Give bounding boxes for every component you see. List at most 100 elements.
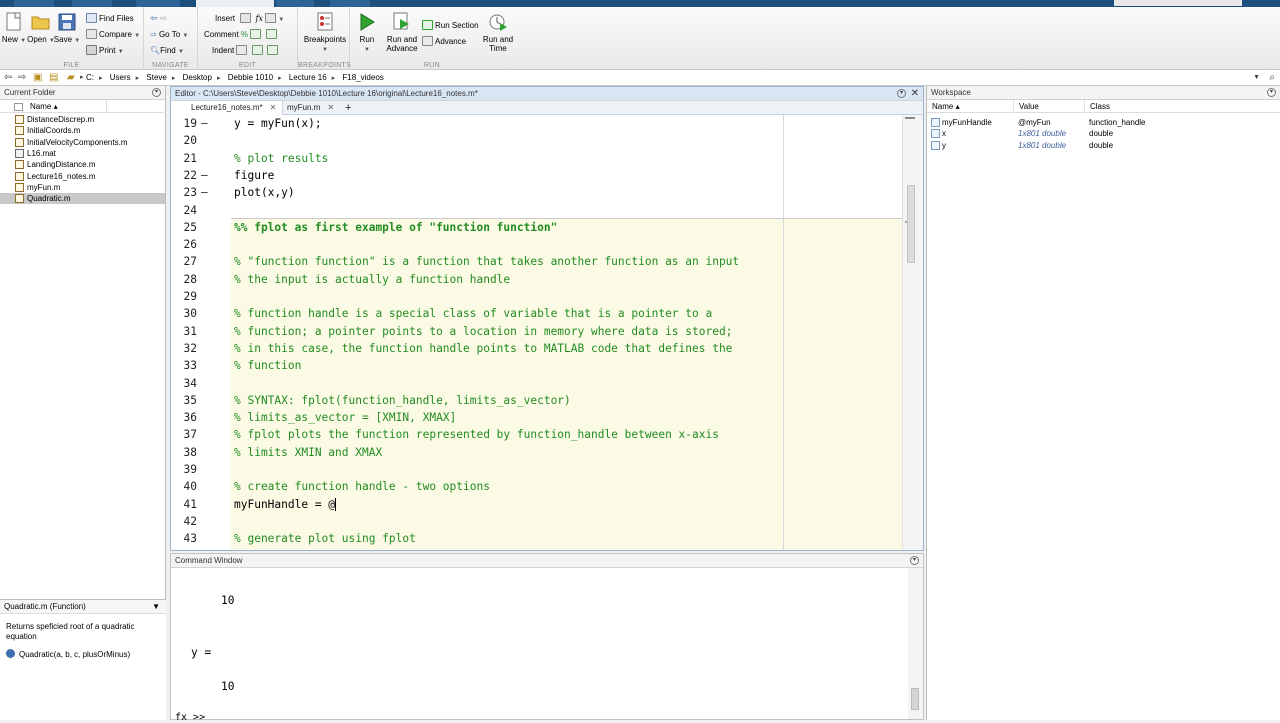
comment-button[interactable]: Comment % [204,28,279,41]
command-prompt[interactable]: fx >> [175,712,205,723]
chevron-down-icon[interactable]: ▼ [152,600,160,614]
code-line[interactable]: 33 % function [171,357,902,374]
tab-home[interactable] [14,0,54,7]
code-line[interactable]: 39 [171,461,902,478]
print-button[interactable]: Print ▼ [86,44,124,57]
crumb-desktop[interactable]: Desktop [183,73,212,82]
code-area[interactable]: 19 — y = myFun(x); 20 21 % plot results 22 — fig… [171,115,902,550]
go-to-button[interactable]: ⇨ Go To ▼ [150,28,188,41]
forward-icon[interactable]: ⇨ [18,70,26,86]
tab-view[interactable] [330,0,370,7]
breadcrumb[interactable]: C: ▸ Users ▸ Steve ▸ Desktop ▸ Debbie 1010 ▸ … [86,70,384,87]
advance-button[interactable]: Advance [422,35,466,48]
file-list-item[interactable]: L16.mat [0,148,165,159]
code-line[interactable]: 26 [171,236,902,253]
crumb-debbie[interactable]: Debbie 1010 [228,73,273,82]
smart-indent-icon[interactable] [236,45,248,55]
code-line[interactable]: 34 [171,375,902,392]
insert-menu-icon[interactable] [265,13,277,23]
crumb-steve[interactable]: Steve [146,73,166,82]
tab-plots[interactable] [72,0,112,7]
scrollbar-thumb[interactable] [911,688,919,710]
uncomment-icon[interactable] [250,29,262,39]
address-dropdown-icon[interactable]: ▼ [1253,70,1260,86]
close-icon[interactable]: ✕ [911,87,919,101]
file-list-item[interactable]: InitialCoords.m [0,125,165,136]
file-list-item[interactable]: DistanceDiscrep.m [0,114,165,125]
editor-scrollbar[interactable] [902,115,923,550]
code-line[interactable]: 38 % limits XMIN and XMAX [171,444,902,461]
file-list-item[interactable]: myFun.m [0,182,165,193]
find-button[interactable]: 🔍︎Find ▼ [150,44,184,57]
crumb-lecture16[interactable]: Lecture 16 [289,73,327,82]
search-folder-icon[interactable]: ⌕ [1269,70,1275,86]
run-and-advance-button[interactable]: Run and Advance [382,11,422,53]
back-icon[interactable]: ⇦ [4,70,12,86]
wrap-comments-icon[interactable] [265,29,277,39]
run-and-time-button[interactable]: Run and Time [478,11,518,53]
file-list-item[interactable]: Quadratic.m [0,193,165,205]
crumb-drive[interactable]: C: [86,73,94,82]
code-line[interactable]: 23 — plot(x,y) [171,184,902,201]
command-output[interactable]: 10 y = 10 fx >> [171,568,906,723]
search-documentation-input[interactable] [1114,0,1242,6]
run-button[interactable]: Run ▼ [347,11,387,55]
up-folder-icon[interactable]: ▣ [33,70,42,86]
name-column-header[interactable]: Name ▴ [0,100,166,113]
decrease-indent-icon[interactable] [266,45,278,55]
run-section-button[interactable]: Run Section [422,19,479,32]
tab-myfun[interactable]: myFun.m ✕ [271,101,340,115]
code-line[interactable]: 28 % the input is actually a function han… [171,271,902,288]
crumb-users[interactable]: Users [110,73,131,82]
code-line[interactable]: 32 % in this case, the function handle po… [171,340,902,357]
code-line[interactable]: 25 %% fplot as first example of "function… [171,219,902,236]
code-line[interactable]: 42 [171,513,902,530]
save-button[interactable]: Save ▼ [47,11,87,46]
breakpoint-marker[interactable]: — [201,167,208,184]
editor-actions-icon[interactable]: ▾ [897,89,906,98]
panel-actions-icon[interactable]: ▾ [152,88,161,97]
code-line[interactable]: 24 [171,202,902,219]
workspace-variable-row[interactable]: y 1x801 double double [927,140,1280,151]
code-line[interactable]: 31 % function; a pointer points to a loca… [171,323,902,340]
breakpoint-marker[interactable]: — [201,184,208,201]
code-line[interactable]: 19 — y = myFun(x); [171,115,902,132]
code-line[interactable]: 27 % "function function" is a function th… [171,253,902,270]
name-column-header[interactable]: Name ▴ [927,100,1014,113]
tab-apps[interactable] [136,0,180,7]
code-line[interactable]: 30 % function handle is a special class o… [171,305,902,322]
close-tab-icon[interactable]: ✕ [327,103,334,112]
add-tab-button[interactable]: + [339,101,357,115]
value-column-header[interactable]: Value [1014,100,1085,113]
back-forward-buttons[interactable]: ⇦ ⇨ [150,12,167,25]
workspace-variable-row[interactable]: x 1x801 double double [927,128,1280,139]
workspace-variable-row[interactable]: myFunHandle @myFun function_handle [927,117,1280,128]
code-line[interactable]: 41 myFunHandle = @ [171,496,902,513]
browse-folder-icon[interactable]: ▤ [49,70,58,86]
code-line[interactable]: 21 % plot results [171,150,902,167]
code-line[interactable]: 37 % fplot plots the function represented… [171,426,902,443]
breakpoints-button[interactable]: Breakpoints ▼ [303,11,347,55]
tab-publish[interactable] [276,0,314,7]
tab-editor[interactable] [196,0,274,7]
tab-lecture16-notes[interactable]: Lecture16_notes.m* ✕ [171,101,284,115]
insert-button[interactable]: Insert fx ▼ [215,12,284,25]
scrollbar-thumb[interactable] [907,185,915,263]
crumb-f18-videos[interactable]: F18_videos [342,73,383,82]
file-list-item[interactable]: LandingDistance.m [0,159,165,170]
code-line[interactable]: 20 [171,132,902,149]
code-line[interactable]: 35 % SYNTAX: fplot(function_handle, limit… [171,392,902,409]
code-line[interactable]: 36 % limits_as_vector = [XMIN, XMAX] [171,409,902,426]
panel-actions-icon[interactable]: ▾ [1267,88,1276,97]
command-scrollbar[interactable] [908,568,923,719]
panel-actions-icon[interactable]: ▾ [910,556,919,565]
code-line[interactable]: 22 — figure [171,167,902,184]
code-line[interactable]: 43 % generate plot using fplot [171,530,902,547]
details-header[interactable]: Quadratic.m (Function) ▼ [0,600,166,614]
code-line[interactable]: 40 % create function handle - two options [171,478,902,495]
compare-button[interactable]: Compare ▼ [86,28,140,41]
class-column-header[interactable]: Class [1085,100,1280,113]
fx-icon[interactable]: fx [255,14,262,23]
indent-button[interactable]: Indent [212,44,280,57]
breakpoint-marker[interactable]: — [201,115,208,132]
